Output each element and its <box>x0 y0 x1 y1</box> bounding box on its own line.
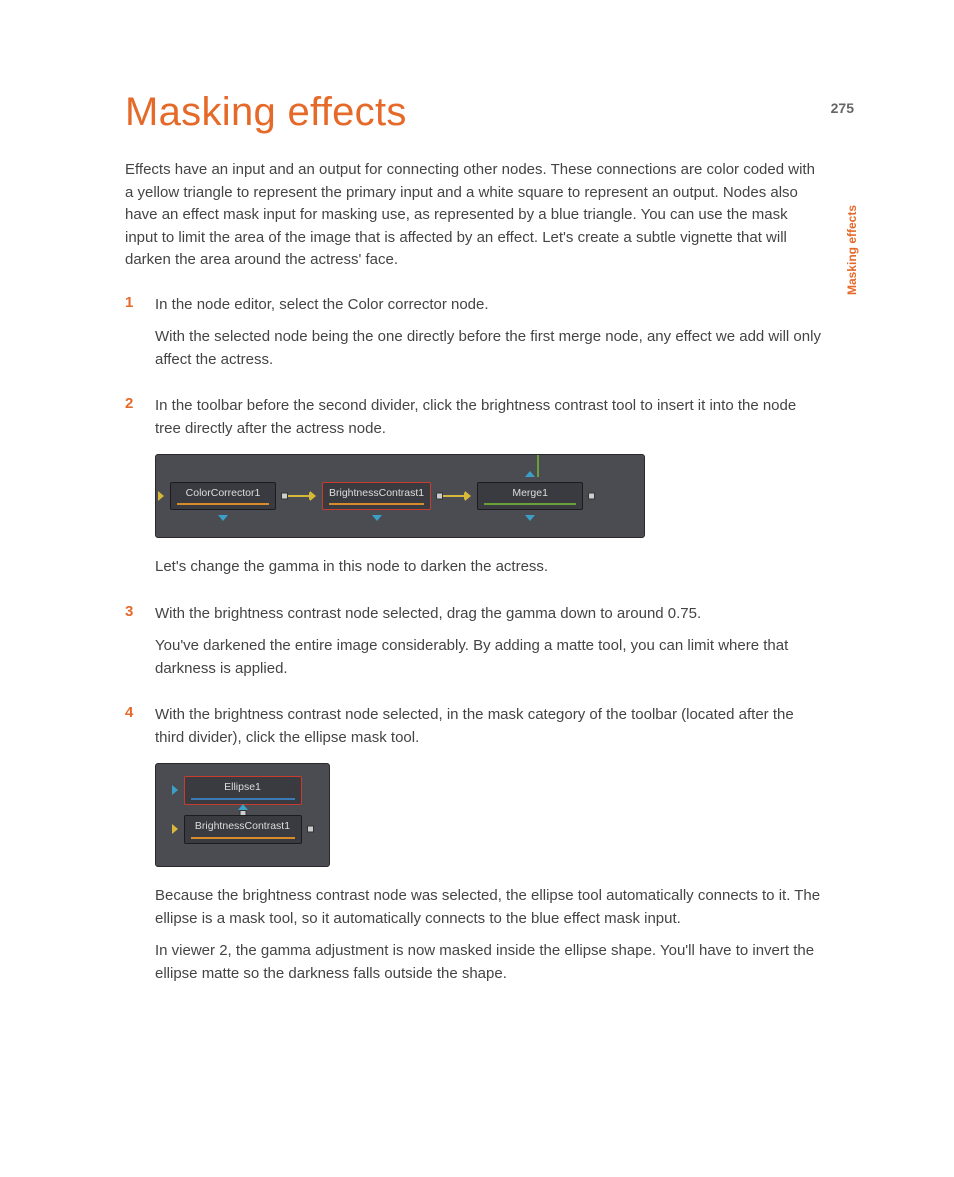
steps-list: 1 In the node editor, select the Color c… <box>125 294 825 996</box>
node-colorcorrector: ColorCorrector1 <box>170 482 276 511</box>
step-text: In the toolbar before the second divider… <box>155 395 825 440</box>
step-3: 3 With the brightness contrast node sele… <box>125 603 825 691</box>
node-merge: Merge1 <box>477 482 583 511</box>
step-number: 3 <box>125 603 155 691</box>
step-2: 2 In the toolbar before the second divid… <box>125 395 825 589</box>
side-section-label: Masking effects <box>845 205 859 295</box>
node-label: Ellipse1 <box>224 781 261 793</box>
step-text: Because the brightness contrast node was… <box>155 885 825 930</box>
node-label: ColorCorrector1 <box>186 487 261 499</box>
node-diagram-1: ColorCorrector1 BrightnessContrast1 Merg… <box>155 454 645 538</box>
step-1: 1 In the node editor, select the Color c… <box>125 294 825 382</box>
step-text: With the selected node being the one dir… <box>155 326 825 371</box>
node-brightnesscontrast: BrightnessContrast1 <box>184 815 302 844</box>
node-label: BrightnessContrast1 <box>329 487 424 499</box>
step-number: 4 <box>125 704 155 995</box>
step-text: In viewer 2, the gamma adjustment is now… <box>155 940 825 985</box>
step-text: You've darkened the entire image conside… <box>155 635 825 680</box>
page-number: 275 <box>831 100 854 116</box>
step-number: 1 <box>125 294 155 382</box>
intro-paragraph: Effects have an input and an output for … <box>125 159 815 272</box>
node-label: Merge1 <box>512 487 548 499</box>
connection-arrow-icon <box>288 495 310 497</box>
step-text: With the brightness contrast node select… <box>155 603 825 626</box>
node-label: BrightnessContrast1 <box>195 820 290 832</box>
connection-arrow-icon <box>443 495 465 497</box>
step-number: 2 <box>125 395 155 589</box>
page-title: Masking effects <box>125 90 844 135</box>
node-diagram-2: Ellipse1 BrightnessContrast1 <box>155 763 330 867</box>
node-ellipse: Ellipse1 <box>184 776 302 805</box>
node-brightnesscontrast: BrightnessContrast1 <box>322 482 431 511</box>
step-text: With the brightness contrast node select… <box>155 704 825 749</box>
step-text: In the node editor, select the Color cor… <box>155 294 825 317</box>
step-text: Let's change the gamma in this node to d… <box>155 556 825 579</box>
step-4: 4 With the brightness contrast node sele… <box>125 704 825 995</box>
